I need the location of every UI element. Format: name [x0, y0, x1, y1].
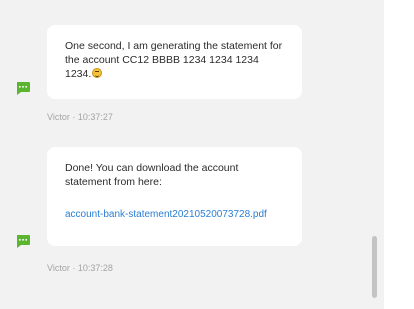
message-meta: Victor · 10:37:28	[47, 263, 113, 273]
message-text: Done! You can download the account state…	[65, 162, 239, 188]
scrollbar-thumb[interactable]	[372, 236, 377, 298]
message-text: One second, I am generating the statemen…	[65, 39, 284, 81]
message-bubble: One second, I am generating the statemen…	[47, 25, 302, 99]
chat-bubble-avatar-icon	[17, 82, 30, 95]
message-meta: Victor · 10:37:27	[47, 112, 113, 122]
chat-conversation: One second, I am generating the statemen…	[0, 0, 414, 309]
smiling-face-emoji-icon	[92, 68, 103, 78]
message-bubble: Done! You can download the account state…	[47, 147, 302, 246]
chat-bubble-avatar-icon	[17, 235, 30, 248]
right-panel-edge	[384, 0, 414, 309]
statement-download-link[interactable]: account-bank-statement20210520073728.pdf	[65, 208, 284, 222]
